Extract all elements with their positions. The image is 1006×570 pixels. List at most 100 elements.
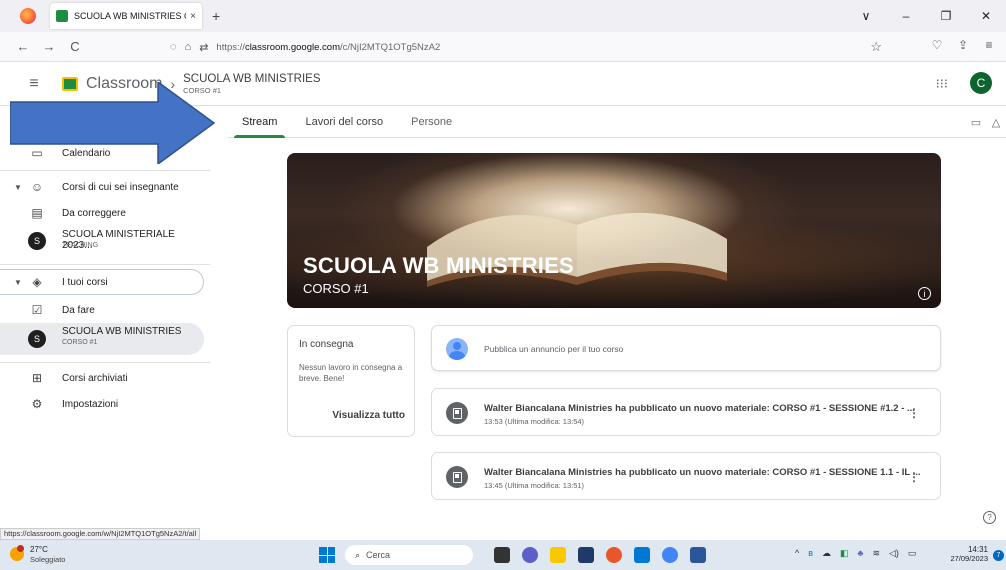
search-icon: ⌕ [355,549,361,560]
sidebar-item-label: Da fare [62,304,95,316]
graduation-cap-icon: ◈ [32,275,42,289]
tab-classwork[interactable]: Lavori del corso [291,116,397,137]
account-avatar[interactable]: C [970,72,992,94]
weather-temp[interactable]: 27°C [30,545,48,554]
course-tab-actions: ▭ △ [966,116,1006,129]
sidebar-item-sublabel: CORSO #1 [62,339,98,346]
sidebar-divider [0,362,210,363]
restore-button[interactable]: ❐ [926,9,966,23]
menu-icon[interactable]: ≡ [976,38,1002,52]
url-prefix: https:// [216,41,245,53]
url-text[interactable]: https://classroom.google.com/c/NjI2MTQ1O… [216,42,440,53]
tab-stream[interactable]: Stream [228,116,291,138]
classroom-favicon-icon [56,10,68,22]
firefox-logo-icon[interactable] [20,8,36,24]
tab-people[interactable]: Persone [397,116,466,137]
sidebar-item-teaching[interactable]: ▼ ☺ Corsi di cui sei insegnante [0,174,204,200]
sidebar-item-label: Corsi archiviati [62,372,128,384]
clock-time: 14:31 [967,545,988,554]
start-button[interactable] [319,547,335,563]
drive-icon[interactable]: △ [986,116,1006,129]
stream-item-title[interactable]: Walter Biancalana Ministries ha pubblica… [484,467,921,478]
people-icon: ☺ [30,180,44,194]
announce-placeholder[interactable]: Pubblica un annuncio per il tuo corso [484,344,623,354]
upcoming-card: In consegna Nessun lavoro in consegna a … [287,325,415,437]
course-tabs: Stream Lavori del corso Persone ▭ △ [228,106,1006,138]
tray-chevron-icon[interactable]: ^ [795,548,799,559]
list-tabs-button[interactable]: ∨ [846,9,886,23]
bluetooth-icon[interactable]: ʙ [808,548,813,559]
back-button[interactable]: ← [12,39,34,54]
window-controls: ∨ – ❐ ✕ [846,0,1006,32]
sidebar-item-label: Impostazioni [62,398,119,410]
volume-icon[interactable]: ◁) [889,548,899,559]
search-placeholder: Cerca [366,550,391,560]
mail-icon[interactable] [634,547,650,563]
shield-icon[interactable]: ◌ [170,41,177,53]
tab-close-icon[interactable]: × [190,11,196,22]
url-bar[interactable]: ◌ ⌂ ⇄ https://classroom.google.com/c/NjI… [170,36,890,58]
security-icon[interactable]: ◧ [840,548,849,559]
taskbar-search[interactable]: ⌕ Cerca [345,545,473,565]
view-all-link[interactable]: Visualizza tutto [332,410,405,421]
windows-taskbar: 27°C Soleggiato ⌕ Cerca ^ ʙ ☁ ◧ ♣ ≋ ◁) ▭… [0,540,1006,570]
file-explorer-icon[interactable] [550,547,566,563]
store-icon[interactable] [578,547,594,563]
stream-item[interactable]: Walter Biancalana Ministries ha pubblica… [431,452,941,500]
firefox-taskbar-icon[interactable] [606,547,622,563]
chrome-icon[interactable] [662,547,678,563]
sidebar-item-settings[interactable]: ⚙ Impostazioni [0,391,204,417]
minimize-button[interactable]: – [886,9,926,23]
browser-tab[interactable]: SCUOLA WB MINISTRIES CORS × [50,3,202,29]
upcoming-text: Nessun lavoro in consegna a breve. Bene! [299,363,403,383]
google-apps-icon[interactable]: ⁝⁝⁝ [936,76,948,92]
stream-item-title[interactable]: Walter Biancalana Ministries ha pubblica… [484,403,915,414]
permissions-icon[interactable]: ⇄ [199,41,208,54]
lock-icon[interactable]: ⌂ [185,41,192,53]
wifi-icon[interactable]: ≋ [872,548,880,559]
sidebar-item-to-review[interactable]: ▤ Da correggere [0,200,204,226]
word-icon[interactable] [690,547,706,563]
upcoming-title: In consegna [299,339,354,350]
notification-badge[interactable]: 7 [993,550,1004,561]
battery-icon[interactable]: ▭ [908,548,917,559]
info-icon[interactable]: i [918,287,931,300]
sidebar-item-enrolled-course[interactable]: S SCUOLA WB MINISTRIES CORSO #1 [0,323,204,355]
caret-down-icon[interactable]: ▼ [14,183,22,192]
reload-button[interactable]: C [64,39,86,54]
stream-item-time: 13:45 (Ultima modifica: 13:51) [484,481,585,490]
clock[interactable]: 14:31 27/09/2023 [948,545,988,563]
browser-tab-strip: SCUOLA WB MINISTRIES CORS × + ∨ – ❐ ✕ [0,0,1006,32]
task-view-icon[interactable] [494,547,510,563]
onedrive-icon[interactable]: ☁ [822,548,831,559]
status-url: https://classroom.google.com/w/NjI2MTQ1O… [0,528,201,540]
announce-box[interactable]: Pubblica un annuncio per il tuo corso [431,325,941,371]
browser-toolbar-right: ♡ ⇪ ≡ [924,38,1002,52]
sidebar-item-teaching-course[interactable]: S SCUOLA MINISTERIALE 2023... TEACHING [0,226,204,256]
close-window-button[interactable]: ✕ [966,9,1006,23]
teams-chat-icon[interactable] [522,547,538,563]
material-icon [446,466,468,488]
star-icon[interactable]: ☆ [870,39,882,55]
user-avatar [446,338,468,360]
more-vert-icon[interactable]: ⋮ [908,470,920,484]
sidebar-item-sublabel: TEACHING [62,242,99,249]
sidebar-item-archived[interactable]: ⊞ Corsi archiviati [0,365,204,391]
tab-title: SCUOLA WB MINISTRIES CORS [74,11,186,21]
sidebar-item-enrolled[interactable]: ▼ ◈ I tuoi corsi [0,269,204,295]
help-icon[interactable]: ? [983,511,996,524]
forward-button[interactable]: → [38,39,60,54]
extensions-icon[interactable]: ⇪ [950,38,976,52]
teams-tray-icon[interactable]: ♣ [858,548,864,559]
archive-icon: ⊞ [31,371,43,385]
sidebar: ▭ Calendario ▼ ☺ Corsi di cui sei insegn… [0,106,210,528]
calendar-icon[interactable]: ▭ [966,116,986,129]
pocket-icon[interactable]: ♡ [924,38,950,52]
weather-condition[interactable]: Soleggiato [30,555,65,564]
sidebar-item-todo[interactable]: ☑ Da fare [0,297,204,323]
caret-down-icon[interactable]: ▼ [14,278,22,287]
stream-item[interactable]: Walter Biancalana Ministries ha pubblica… [431,388,941,436]
new-tab-button[interactable]: + [212,8,220,24]
more-vert-icon[interactable]: ⋮ [908,406,920,420]
course-banner: SCUOLA WB MINISTRIES CORSO #1 i [287,153,941,308]
